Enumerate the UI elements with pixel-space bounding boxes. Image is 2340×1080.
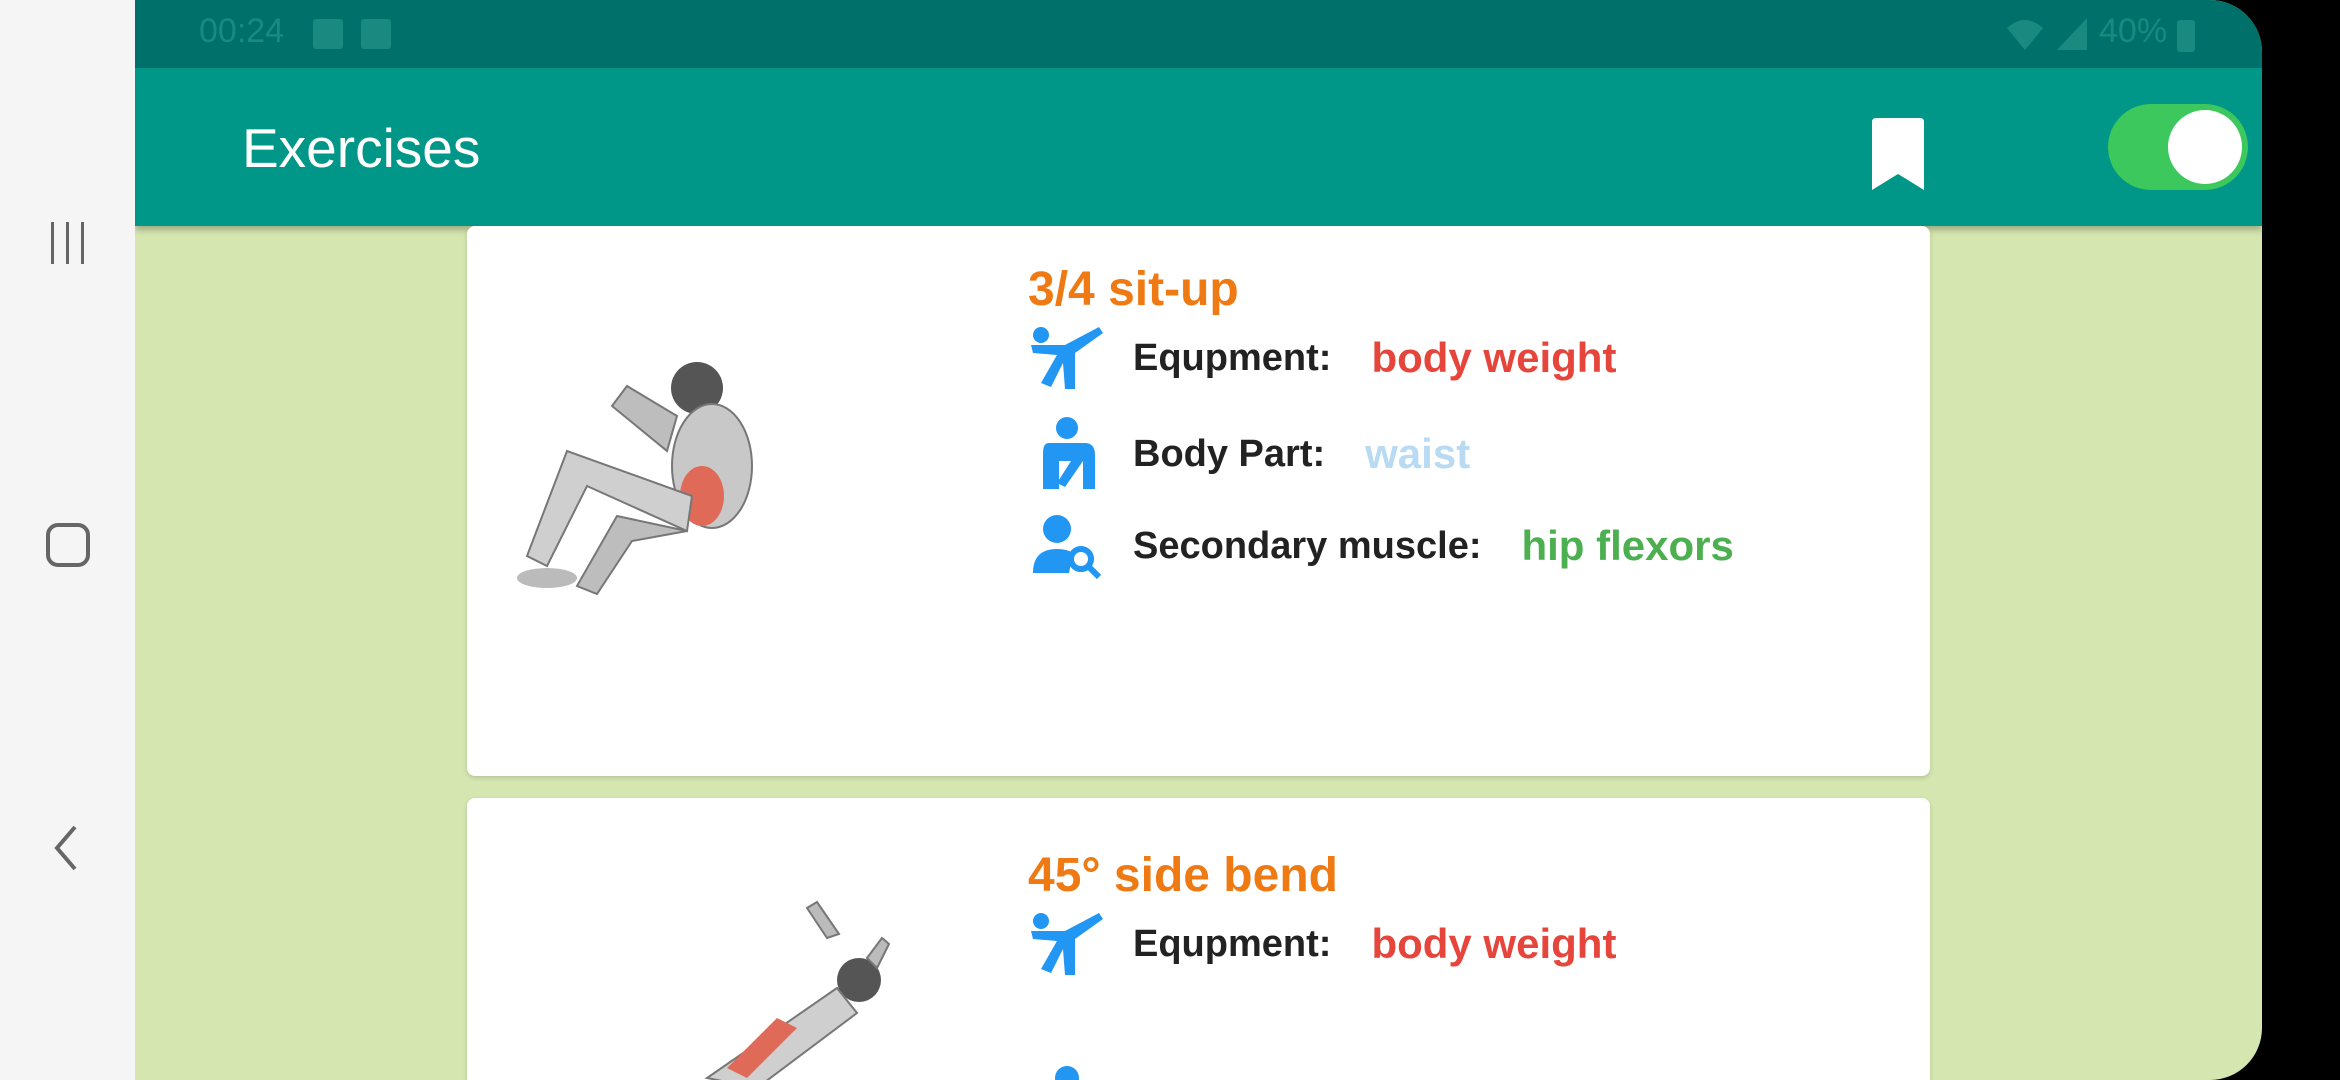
- body-part-icon: [1055, 1066, 1079, 1080]
- exercise-card[interactable]: 3/4 sit-up Equpment: body weight Body Pa…: [467, 226, 1930, 776]
- recent-apps-icon: [50, 222, 84, 264]
- signal-icon: [2057, 18, 2087, 50]
- secondary-muscle-value: hip flexors: [1521, 522, 1734, 569]
- exercise-illustration: [704, 900, 891, 1080]
- body-part-value: waist: [1365, 430, 1471, 477]
- home-icon: [45, 523, 90, 567]
- toggle-knob: [2168, 110, 2242, 184]
- exercise-card[interactable]: 45° side bend Equpment: body weight: [467, 798, 1930, 1080]
- gallery-icon: [313, 19, 343, 49]
- exercise-title: 3/4 sit-up: [1028, 263, 1239, 316]
- back-button[interactable]: [0, 793, 135, 903]
- exercise-illustration: [517, 362, 753, 596]
- back-icon: [53, 825, 77, 871]
- equipment-row: Equpment: body weight: [1027, 904, 1616, 984]
- martial-arts-icon: [1027, 904, 1107, 984]
- body-part-label: Body Part:: [1133, 432, 1326, 475]
- equipment-label: Equpment:: [1133, 336, 1332, 379]
- system-navigation-bar: [0, 0, 135, 1080]
- bookmarks-button[interactable]: [1853, 110, 1943, 200]
- equipment-row: Equpment: body weight: [1027, 318, 1616, 398]
- bookmark-icon: [1872, 118, 1924, 190]
- home-button[interactable]: [0, 490, 135, 600]
- secondary-muscle-label: Secondary muscle:: [1133, 524, 1482, 567]
- status-time: 00:24: [199, 12, 285, 50]
- equipment-value: body weight: [1371, 334, 1617, 381]
- martial-arts-icon: [1027, 318, 1107, 398]
- page-title: Exercises: [242, 117, 481, 179]
- check-icon: [361, 19, 391, 49]
- exercise-title: 45° side bend: [1028, 849, 1338, 902]
- body-part-icon: [1027, 414, 1107, 494]
- mode-toggle[interactable]: [2108, 104, 2248, 190]
- app-screen: 00:24 40% Exercises 3/4 sit-up Equpment:…: [135, 0, 2262, 1080]
- secondary-muscle-row: Secondary muscle: hip flexors: [1027, 506, 1734, 586]
- status-bar: 00:24 40%: [135, 0, 2262, 68]
- body-part-row: Body Part: waist: [1027, 414, 1470, 494]
- person-search-icon: [1027, 506, 1107, 586]
- wifi-icon: [2007, 20, 2043, 50]
- battery-icon: [2177, 20, 2195, 52]
- app-bar: Exercises: [135, 68, 2262, 226]
- recent-apps-button[interactable]: [0, 188, 135, 298]
- equipment-label: Equpment:: [1133, 922, 1332, 965]
- battery-percent: 40%: [2099, 12, 2168, 50]
- equipment-value: body weight: [1371, 920, 1617, 967]
